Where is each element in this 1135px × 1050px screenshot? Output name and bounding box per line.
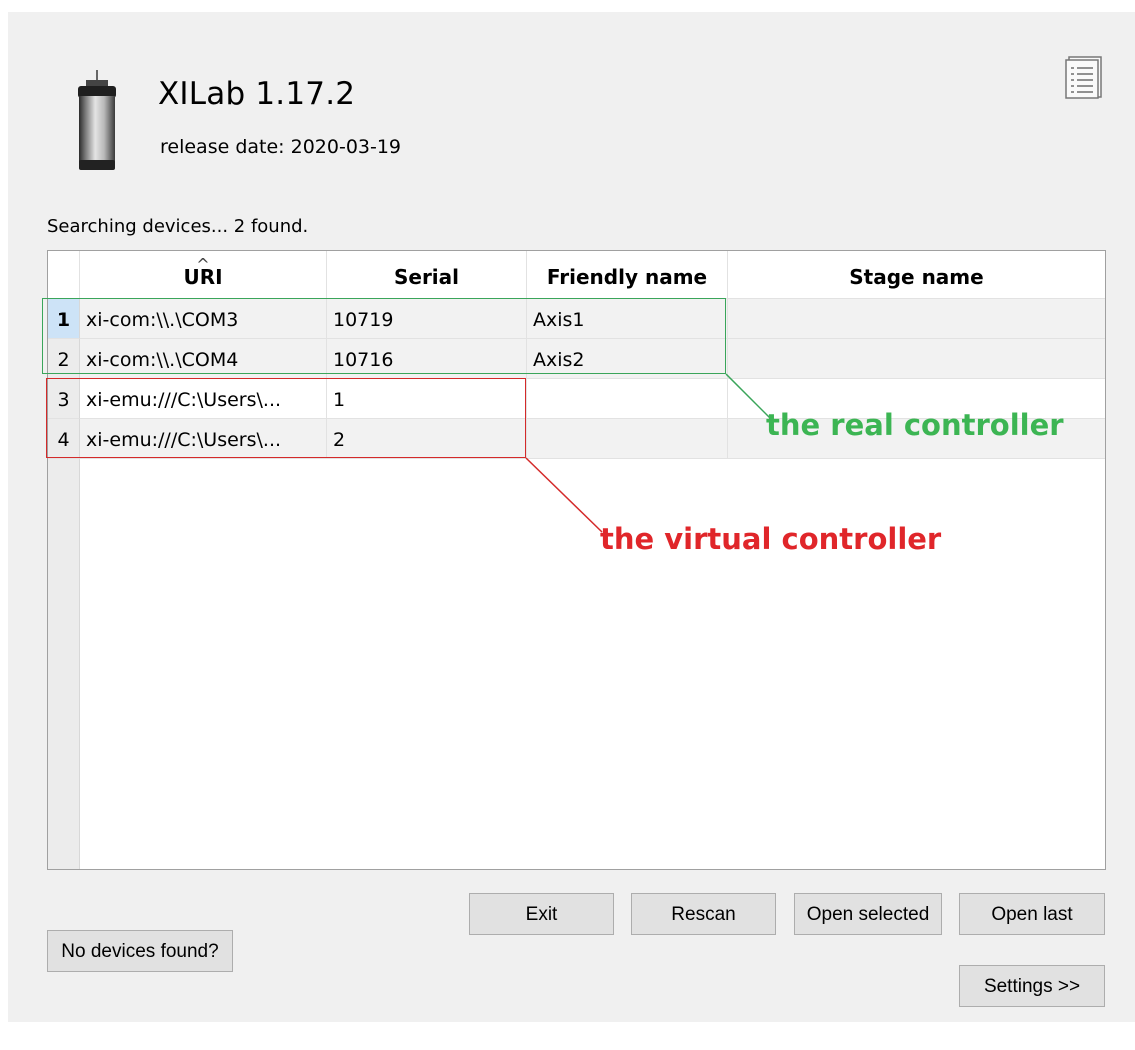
motor-controller-icon [78,70,116,170]
column-header-friendly-name[interactable]: Friendly name [527,251,728,299]
sort-ascending-icon: ^ [196,255,210,274]
cell-stage-name[interactable] [728,299,1105,339]
row-number[interactable]: 4 [48,419,80,459]
row-number[interactable]: 3 [48,379,80,419]
cell-serial[interactable]: 10716 [327,339,527,379]
column-header-uri[interactable]: ^ URI [80,251,327,299]
exit-button[interactable]: Exit [469,893,614,935]
cell-serial[interactable]: 10719 [327,299,527,339]
cell-friendly-name[interactable]: Axis2 [527,339,728,379]
table-row[interactable]: 2 xi-com:\\.\COM4 10716 Axis2 [48,339,1105,379]
row-number[interactable]: 1 [48,299,80,339]
app-title: XILab 1.17.2 [158,76,356,112]
column-header-serial[interactable]: Serial [327,251,527,299]
cell-stage-name[interactable] [728,339,1105,379]
cell-serial[interactable]: 1 [327,379,527,419]
row-number[interactable]: 2 [48,339,80,379]
device-table[interactable]: ^ URI Serial Friendly name Stage name 1 … [47,250,1106,870]
virtual-controller-label: the virtual controller [600,522,942,556]
table-row[interactable]: 1 xi-com:\\.\COM3 10719 Axis1 [48,299,1105,339]
release-date: release date: 2020-03-19 [160,136,402,158]
real-controller-label: the real controller [766,408,1064,442]
cell-uri[interactable]: xi-com:\\.\COM3 [80,299,327,339]
corner-header[interactable] [48,251,80,299]
column-header-stage-name[interactable]: Stage name [728,251,1105,299]
open-selected-button[interactable]: Open selected [794,893,942,935]
cell-friendly-name[interactable] [527,379,728,419]
cell-uri[interactable]: xi-emu:///C:\Users\... [80,419,327,459]
rescan-button[interactable]: Rescan [631,893,776,935]
cell-friendly-name[interactable] [527,419,728,459]
settings-button[interactable]: Settings >> [959,965,1105,1007]
search-status: Searching devices... 2 found. [47,216,309,237]
cell-uri[interactable]: xi-com:\\.\COM4 [80,339,327,379]
cell-uri[interactable]: xi-emu:///C:\Users\... [80,379,327,419]
cell-serial[interactable]: 2 [327,419,527,459]
open-last-button[interactable]: Open last [959,893,1105,935]
log-list-icon[interactable] [1064,54,1104,100]
no-devices-found-button[interactable]: No devices found? [47,930,233,972]
cell-friendly-name[interactable]: Axis1 [527,299,728,339]
